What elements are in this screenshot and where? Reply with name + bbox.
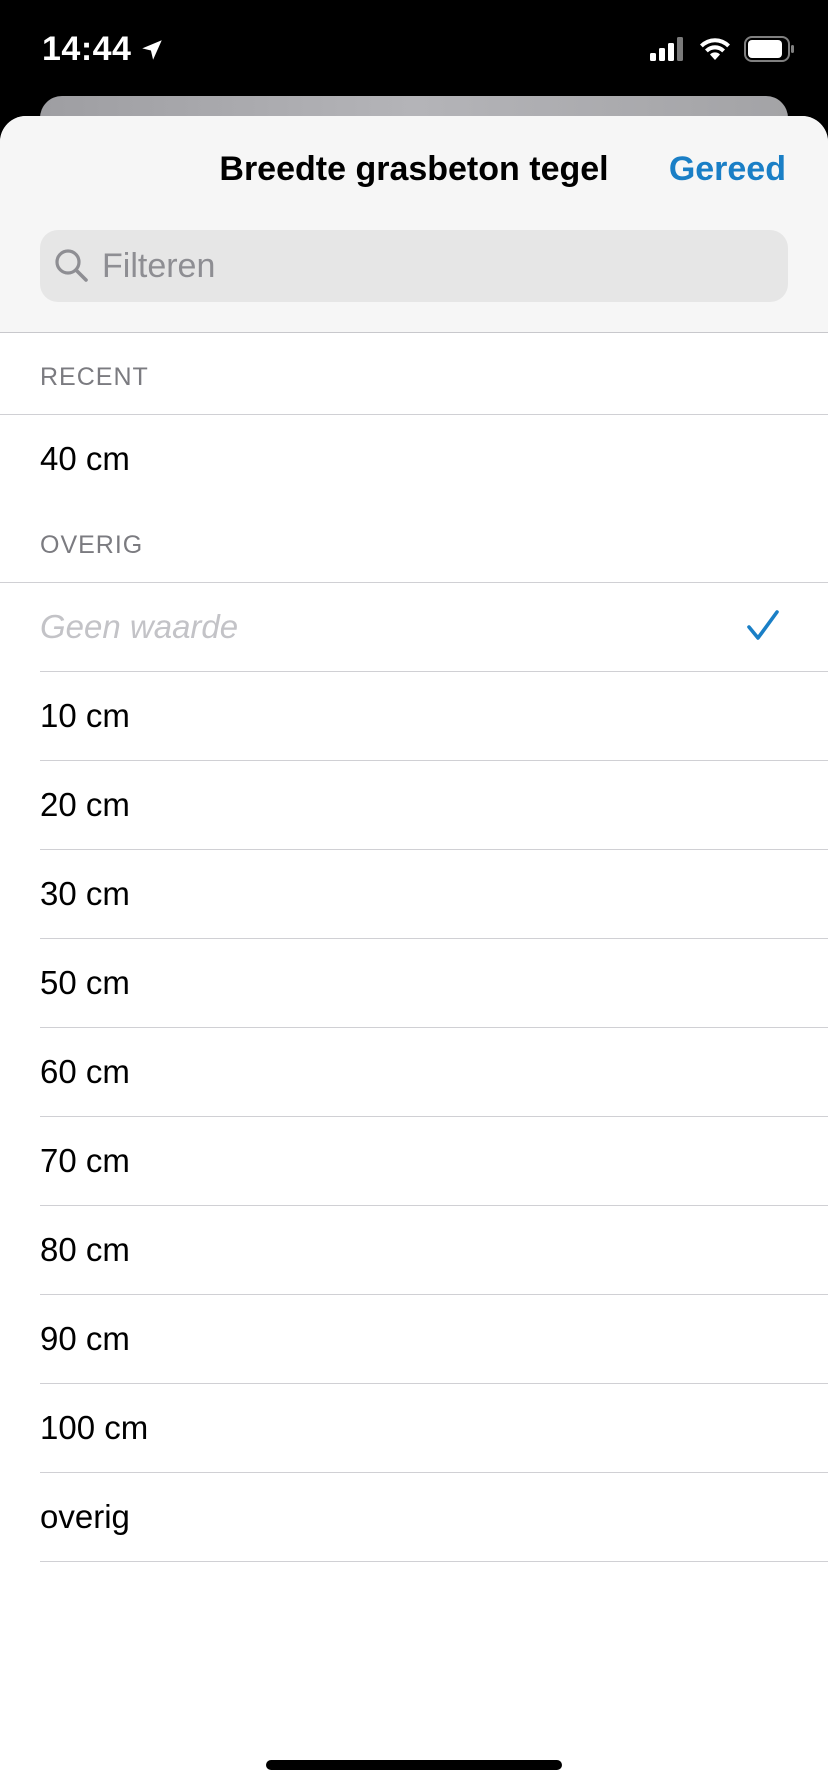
search-input[interactable] [100, 245, 744, 287]
list-item-label: Geen waarde [40, 608, 239, 645]
list-item[interactable]: 50 cm [40, 939, 828, 1028]
list-item-label: 100 cm [40, 1409, 149, 1446]
screen: 14:44 Breedte grasbeton tegel Gereed Fil… [0, 0, 828, 1792]
search-bar[interactable] [40, 230, 788, 302]
cellular-signal-icon [650, 37, 683, 61]
list-item[interactable]: 100 cm [40, 1384, 828, 1473]
list-item-label: 50 cm [40, 964, 130, 1001]
list-item-label: 80 cm [40, 1231, 130, 1268]
battery-icon [744, 36, 794, 62]
list-item-label: 70 cm [40, 1142, 130, 1179]
checkmark-icon [747, 610, 779, 640]
wifi-icon [700, 38, 730, 60]
picker-sheet: Breedte grasbeton tegel Gereed RECENT 40… [0, 116, 828, 1792]
list-item[interactable]: 80 cm [40, 1206, 828, 1295]
list-item[interactable]: overig [40, 1473, 828, 1562]
status-icons [650, 36, 796, 62]
list-item[interactable]: 70 cm [40, 1117, 828, 1206]
list-item[interactable]: 60 cm [40, 1028, 828, 1117]
options-list: RECENT 40 cm OVERIG Geen waarde 10 cm 20… [0, 333, 828, 1562]
status-bar: 14:44 [0, 0, 828, 96]
list-item-label: 40 cm [40, 440, 130, 477]
list-item-label: 60 cm [40, 1053, 130, 1090]
list-item[interactable]: 30 cm [40, 850, 828, 939]
sheet-header: Breedte grasbeton tegel Gereed [0, 116, 828, 333]
list-item-label: 10 cm [40, 697, 130, 734]
list-item[interactable]: 90 cm [40, 1295, 828, 1384]
list-item-no-value[interactable]: Geen waarde [40, 583, 828, 672]
list-item-label: overig [40, 1498, 130, 1535]
list-item[interactable]: 40 cm [40, 415, 828, 503]
list-item-label: 90 cm [40, 1320, 130, 1357]
list-item-label: 20 cm [40, 786, 130, 823]
location-arrow-icon [142, 39, 163, 60]
section-header-other: OVERIG [0, 503, 828, 583]
status-time: 14:44 [42, 30, 165, 69]
search-icon [55, 249, 88, 282]
list-item[interactable]: 20 cm [40, 761, 828, 850]
home-indicator [266, 1760, 562, 1770]
done-button[interactable]: Gereed [669, 150, 786, 189]
status-time-text: 14:44 [42, 30, 132, 68]
list-item[interactable]: 10 cm [40, 672, 828, 761]
section-header-recent: RECENT [0, 333, 828, 415]
list-item-label: 30 cm [40, 875, 130, 912]
